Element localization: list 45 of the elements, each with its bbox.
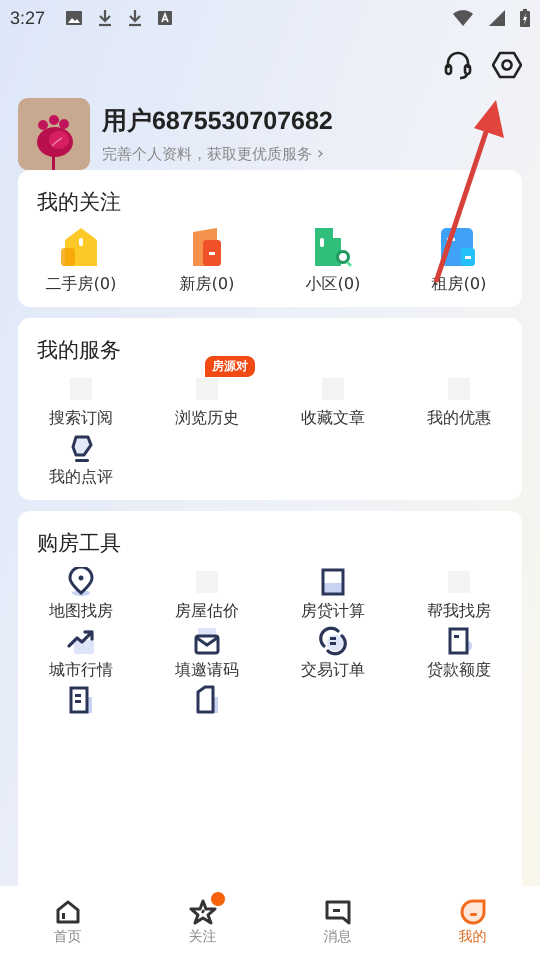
username: 用户6875530707682 [102, 106, 333, 137]
service-item[interactable]: 我的点评 [49, 433, 113, 488]
tab[interactable]: 消息 [270, 886, 405, 960]
follow-item[interactable]: 小区(0) [270, 226, 396, 295]
status-time: 3:27 [10, 8, 46, 28]
tab[interactable]: 关注 [135, 886, 270, 960]
follow-item[interactable]: 新房(0) [144, 226, 270, 295]
service-item[interactable]: 收藏文章 [301, 374, 365, 429]
tool-item[interactable]: 填邀请码 [144, 626, 270, 681]
image-icon [65, 10, 84, 26]
tool-item[interactable]: 城市行情 [18, 626, 144, 681]
tool-item[interactable]: 帮我找房 [396, 567, 522, 622]
headset-icon [444, 50, 472, 80]
message-icon [324, 898, 352, 926]
settings-icon [492, 50, 522, 80]
customer-service-button[interactable] [444, 50, 472, 80]
avatar[interactable] [18, 98, 90, 170]
home-icon [54, 898, 82, 926]
settings-button[interactable] [492, 50, 522, 80]
service-item[interactable]: 搜索订阅 [49, 374, 113, 429]
section-title: 我的服务 [36, 337, 122, 364]
promo-badge: 房源对 [205, 356, 255, 377]
tool-item[interactable]: 地图找房 [18, 567, 144, 622]
tool-item[interactable]: 房屋估价 [144, 567, 270, 622]
tab[interactable]: 我的 [405, 886, 540, 960]
section-title: 购房工具 [36, 530, 122, 557]
tool-item[interactable]: 房贷计算 [270, 567, 396, 622]
follow-item[interactable]: 二手房(0) [18, 226, 144, 295]
location-pin-icon [66, 567, 96, 597]
refresh-icon [318, 626, 348, 656]
service-item[interactable]: 浏览历史 [175, 374, 239, 429]
download-icon [127, 9, 144, 27]
download-icon [97, 9, 114, 27]
tab[interactable]: 首页 [0, 886, 135, 960]
battery-charging-icon [520, 9, 530, 27]
star-icon [188, 898, 216, 926]
section-title: 我的关注 [36, 189, 122, 216]
service-item[interactable]: 我的优惠 [427, 374, 491, 429]
tool-item[interactable]: 贷款额度 [396, 626, 522, 681]
envelope-icon [192, 626, 222, 656]
tool-item[interactable]: 交易订单 [270, 626, 396, 681]
wifi-icon [452, 9, 474, 27]
signal-icon [488, 9, 506, 27]
profile-drop-icon [458, 898, 486, 926]
font-icon [157, 10, 174, 26]
